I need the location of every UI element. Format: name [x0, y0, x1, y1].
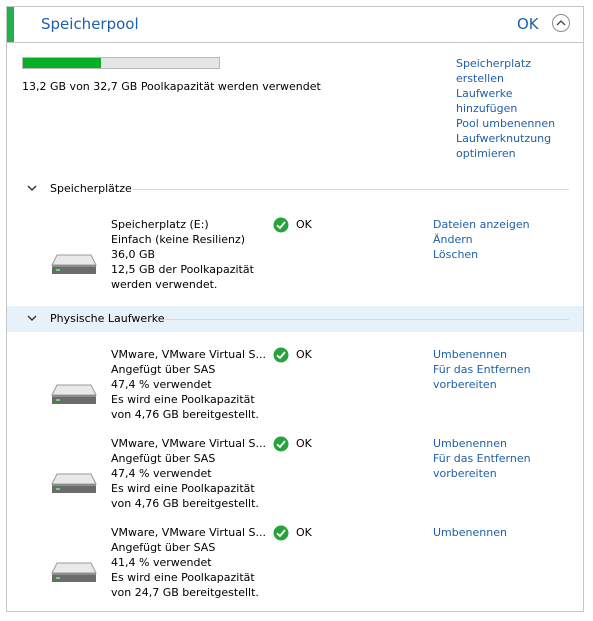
optimize-usage-link-line2[interactable]: optimieren — [456, 146, 555, 161]
prepare-removal-link-line1[interactable]: Für das Entfernen — [433, 362, 531, 377]
view-files-link[interactable]: Dateien anzeigen — [433, 217, 530, 232]
rename-drive-link[interactable]: Umbenennen — [433, 525, 507, 540]
rename-drive-link[interactable]: Umbenennen — [433, 436, 531, 451]
chevron-up-icon — [556, 20, 566, 26]
delete-link[interactable]: Löschen — [433, 247, 530, 262]
optimize-usage-link-line1[interactable]: Laufwerknutzung — [456, 131, 555, 146]
hard-drive-icon — [51, 562, 97, 582]
drive-name: VMware, VMware Virtual S... — [111, 526, 267, 539]
drive-actions: Umbenennen Für das Entfernen vorbereiten — [433, 347, 531, 392]
physical-drive-row: VMware, VMware Virtual S... Angefügt übe… — [7, 436, 583, 524]
check-circle-icon — [273, 436, 289, 452]
drive-capacity-line1: Es wird eine Poolkapazität — [111, 571, 255, 584]
space-actions: Dateien anzeigen Ändern Löschen — [433, 217, 530, 262]
pool-header: Speicherpool OK — [7, 7, 583, 43]
create-space-link-line2[interactable]: erstellen — [456, 71, 555, 86]
create-space-link-line1[interactable]: Speicherplatz — [456, 56, 555, 71]
check-circle-icon — [273, 217, 289, 233]
drive-capacity-line1: Es wird eine Poolkapazität — [111, 393, 255, 406]
drives-section-title: Physische Laufwerke — [50, 312, 165, 325]
space-size: 36,0 GB — [111, 248, 156, 261]
prepare-removal-link-line2[interactable]: vorbereiten — [433, 466, 531, 481]
drive-usage: 41,4 % verwendet — [111, 556, 212, 569]
drive-connection: Angefügt über SAS — [111, 452, 216, 465]
pool-status: OK — [517, 15, 539, 33]
hard-drive-icon — [51, 384, 97, 404]
drive-capacity-line2: von 4,76 GB bereitgestellt. — [111, 408, 259, 421]
header-accent-bar — [7, 7, 14, 42]
spaces-section-title: Speicherplätze — [50, 182, 132, 195]
drive-status-text: OK — [296, 348, 312, 361]
drives-section-header[interactable]: Physische Laufwerke — [7, 306, 583, 332]
prepare-removal-link-line1[interactable]: Für das Entfernen — [433, 451, 531, 466]
pool-title: Speicherpool — [41, 15, 139, 33]
drive-actions: Umbenennen — [433, 525, 507, 540]
add-drives-link-line1[interactable]: Laufwerke — [456, 86, 555, 101]
drive-name: VMware, VMware Virtual S... — [111, 437, 267, 450]
drive-actions: Umbenennen Für das Entfernen vorbereiten — [433, 436, 531, 481]
pool-actions: Speicherplatz erstellen Laufwerke hinzuf… — [456, 56, 555, 161]
section-divider — [165, 319, 569, 320]
storage-space-row: Speicherplatz (E:) Einfach (keine Resili… — [7, 217, 583, 305]
storage-pool-panel: Speicherpool OK 13,2 GB von 32,7 GB Pool… — [6, 6, 584, 612]
rename-drive-link[interactable]: Umbenennen — [433, 347, 531, 362]
space-resiliency: Einfach (keine Resilienz) — [111, 233, 246, 246]
hard-drive-icon — [51, 254, 97, 274]
hard-drive-icon — [51, 473, 97, 493]
physical-drive-row: VMware, VMware Virtual S... Angefügt übe… — [7, 525, 583, 613]
chevron-down-icon — [27, 315, 37, 321]
physical-drive-row: VMware, VMware Virtual S... Angefügt übe… — [7, 347, 583, 435]
space-name: Speicherplatz (E:) — [111, 218, 209, 231]
pool-usage-bar — [22, 57, 220, 69]
drive-capacity-line2: von 24,7 GB bereitgestellt. — [111, 586, 259, 599]
space-status-text: OK — [296, 218, 312, 231]
drive-capacity-line2: von 4,76 GB bereitgestellt. — [111, 497, 259, 510]
space-usage-line2: werden verwendet. — [111, 278, 218, 291]
drive-usage: 47,4 % verwendet — [111, 378, 212, 391]
drive-name: VMware, VMware Virtual S... — [111, 348, 267, 361]
drive-details: VMware, VMware Virtual S... Angefügt übe… — [111, 436, 266, 511]
space-details: Speicherplatz (E:) Einfach (keine Resili… — [111, 217, 254, 292]
add-drives-link-line2[interactable]: hinzufügen — [456, 101, 555, 116]
drive-connection: Angefügt über SAS — [111, 541, 216, 554]
check-circle-icon — [273, 347, 289, 363]
drive-usage: 47,4 % verwendet — [111, 467, 212, 480]
check-circle-icon — [273, 525, 289, 541]
space-usage-line1: 12,5 GB der Poolkapazität — [111, 263, 254, 276]
change-link[interactable]: Ändern — [433, 232, 530, 247]
drive-capacity-line1: Es wird eine Poolkapazität — [111, 482, 255, 495]
drive-status-text: OK — [296, 437, 312, 450]
drive-status-text: OK — [296, 526, 312, 539]
drive-details: VMware, VMware Virtual S... Angefügt übe… — [111, 525, 266, 600]
pool-usage-fill — [23, 58, 102, 68]
rename-pool-link[interactable]: Pool umbenennen — [456, 116, 555, 131]
chevron-down-icon — [27, 185, 37, 191]
collapse-button[interactable] — [552, 14, 570, 32]
spaces-section-header[interactable]: Speicherplätze — [7, 176, 583, 202]
pool-capacity-text: 13,2 GB von 32,7 GB Poolkapazität werden… — [22, 80, 321, 93]
prepare-removal-link-line2[interactable]: vorbereiten — [433, 377, 531, 392]
section-divider — [133, 189, 569, 190]
drive-details: VMware, VMware Virtual S... Angefügt übe… — [111, 347, 266, 422]
drive-connection: Angefügt über SAS — [111, 363, 216, 376]
